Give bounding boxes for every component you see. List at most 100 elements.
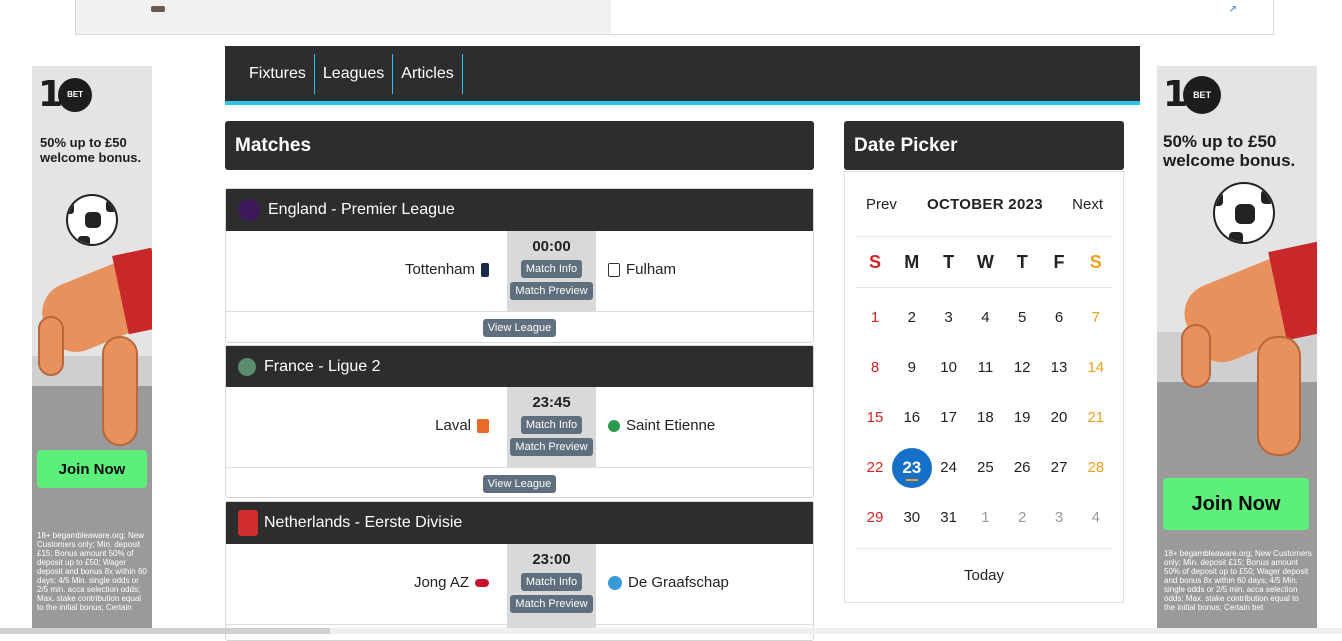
calendar-day[interactable]: 19 bbox=[1004, 409, 1040, 426]
league-block: England - Premier League Tottenham 00:00… bbox=[225, 188, 814, 343]
calendar-day[interactable]: 18 bbox=[967, 409, 1003, 426]
match-preview-button[interactable]: Match Preview bbox=[510, 595, 593, 613]
home-team[interactable]: Tottenham bbox=[405, 261, 495, 278]
nav-item-articles[interactable]: Articles bbox=[393, 53, 463, 94]
calendar-day[interactable]: 12 bbox=[1004, 359, 1040, 376]
calendar-day[interactable]: 1 bbox=[967, 509, 1003, 526]
away-team-name: Saint Etienne bbox=[626, 417, 716, 434]
weekday-label: F bbox=[1053, 252, 1065, 272]
join-now-button[interactable]: Join Now bbox=[1163, 478, 1309, 530]
match-row: Jong AZ 23:00 Match Info Match Preview D… bbox=[226, 544, 813, 634]
calendar-day[interactable]: 27 bbox=[1041, 459, 1077, 476]
match-info-button[interactable]: Match Info bbox=[520, 416, 583, 434]
top-banner-ad[interactable]: ↗ bbox=[75, 0, 1274, 35]
calendar-day[interactable]: 17 bbox=[931, 409, 967, 426]
calendar-day[interactable]: 9 bbox=[894, 359, 930, 376]
az-crest-icon bbox=[475, 578, 489, 587]
nav-item-leagues[interactable]: Leagues bbox=[315, 53, 394, 94]
match-time: 23:00 bbox=[532, 551, 571, 568]
calendar-day[interactable]: 6 bbox=[1041, 309, 1077, 326]
ad-terms: 18+ begambleaware.org; New Customers onl… bbox=[37, 531, 147, 612]
promo-text: 50% up to £50 welcome bonus. bbox=[40, 135, 142, 165]
match-info-button[interactable]: Match Info bbox=[520, 573, 583, 591]
league-block: France - Ligue 2 Laval 23:45 Match Info … bbox=[225, 345, 814, 498]
calendar-day[interactable]: 15 bbox=[857, 409, 893, 426]
calendar-day[interactable]: 31 bbox=[931, 509, 967, 526]
next-month-button[interactable]: Next bbox=[1072, 196, 1103, 213]
match-preview-button[interactable]: Match Preview bbox=[510, 282, 593, 300]
match-info-button[interactable]: Match Info bbox=[520, 260, 583, 278]
nav-item-fixtures[interactable]: Fixtures bbox=[241, 53, 315, 94]
today-button[interactable]: Today bbox=[845, 567, 1123, 584]
calendar-day[interactable]: 16 bbox=[894, 409, 930, 426]
right-ad-banner[interactable]: 1 BET 50% up to £50 welcome bonus. Join N… bbox=[1157, 66, 1317, 634]
view-league-button[interactable]: View League bbox=[482, 474, 557, 493]
away-team-name: Fulham bbox=[626, 261, 677, 278]
away-team[interactable]: De Graafschap bbox=[602, 574, 729, 591]
month-label: OCTOBER 2023 bbox=[927, 196, 1043, 213]
calendar-day[interactable]: 21 bbox=[1078, 409, 1114, 426]
prev-month-button[interactable]: Prev bbox=[866, 196, 897, 213]
match-time: 23:45 bbox=[532, 394, 571, 411]
calendar-day[interactable]: 29 bbox=[857, 509, 893, 526]
match-center: 00:00 Match Info Match Preview bbox=[507, 231, 596, 311]
calendar-day[interactable]: 2 bbox=[1004, 509, 1040, 526]
away-team[interactable]: Fulham bbox=[602, 261, 676, 278]
ligue-2-icon bbox=[238, 357, 256, 376]
league-header[interactable]: Netherlands - Eerste Divisie bbox=[226, 502, 813, 544]
calendar-day[interactable]: 3 bbox=[1041, 509, 1077, 526]
calendar-day[interactable]: 4 bbox=[1078, 509, 1114, 526]
calendar-day[interactable]: 20 bbox=[1041, 409, 1077, 426]
calendar-day[interactable]: 22 bbox=[857, 459, 893, 476]
calendar-day[interactable]: 8 bbox=[857, 359, 893, 376]
scrollbar-thumb[interactable] bbox=[0, 628, 330, 634]
home-team-name: Tottenham bbox=[404, 261, 475, 278]
calendar-day[interactable]: 2 bbox=[894, 309, 930, 326]
calendar-day[interactable]: 3 bbox=[931, 309, 967, 326]
league-header[interactable]: France - Ligue 2 bbox=[226, 346, 813, 387]
calendar-day[interactable]: 25 bbox=[967, 459, 1003, 476]
ad-terms: 18+ begambleaware.org; New Customers onl… bbox=[1164, 549, 1312, 612]
calendar-day[interactable]: 1 bbox=[857, 309, 893, 326]
home-team[interactable]: Jong AZ bbox=[414, 574, 495, 591]
calendar-day[interactable]: 24 bbox=[931, 459, 967, 476]
match-center: 23:00 Match Info Match Preview bbox=[507, 544, 596, 634]
calendar-day[interactable]: 30 bbox=[894, 509, 930, 526]
home-team[interactable]: Laval bbox=[435, 417, 495, 434]
away-team[interactable]: Saint Etienne bbox=[602, 417, 715, 434]
view-league-button[interactable]: View League bbox=[482, 318, 557, 337]
banner-arrow-icon: ↗ bbox=[1228, 4, 1237, 15]
calendar-day[interactable]: 13 bbox=[1041, 359, 1077, 376]
matches-title: Matches bbox=[225, 121, 814, 170]
divider bbox=[855, 548, 1113, 549]
main-nav: Fixtures Leagues Articles bbox=[225, 46, 1140, 105]
horizontal-scrollbar[interactable] bbox=[0, 628, 1342, 634]
premier-league-icon bbox=[238, 199, 260, 221]
calendar-day-selected[interactable]: 23 bbox=[891, 448, 932, 488]
calendar-day[interactable]: 14 bbox=[1078, 359, 1114, 376]
divider bbox=[855, 236, 1113, 237]
league-name: France - Ligue 2 bbox=[264, 357, 381, 375]
league-footer: View League bbox=[226, 468, 813, 499]
football-icon bbox=[66, 194, 118, 246]
calendar-day[interactable]: 4 bbox=[967, 309, 1003, 326]
calendar-day[interactable]: 5 bbox=[1004, 309, 1040, 326]
ad-thumb bbox=[102, 336, 138, 446]
left-ad-banner[interactable]: 1 BET 50% up to £50 welcome bonus. Join N… bbox=[32, 66, 152, 634]
home-team-name: Jong AZ bbox=[413, 574, 469, 591]
calendar-day[interactable]: 26 bbox=[1004, 459, 1040, 476]
league-header[interactable]: England - Premier League bbox=[226, 189, 813, 231]
match-row: Tottenham 00:00 Match Info Match Preview… bbox=[226, 231, 813, 312]
calendar-day[interactable]: 11 bbox=[967, 359, 1003, 376]
de-graafschap-crest-icon bbox=[608, 575, 622, 590]
calendar-day[interactable]: 28 bbox=[1078, 459, 1114, 476]
calendar-day[interactable]: 7 bbox=[1078, 309, 1114, 326]
match-preview-button[interactable]: Match Preview bbox=[510, 438, 593, 456]
ad-thumb bbox=[1257, 336, 1301, 456]
calendar-day[interactable]: 10 bbox=[931, 359, 967, 376]
tenbet-logo: 1 BET bbox=[38, 74, 93, 115]
banner-graphic bbox=[151, 6, 165, 12]
join-now-button[interactable]: Join Now bbox=[37, 450, 147, 488]
weekday-label: S bbox=[868, 252, 881, 272]
ad-finger bbox=[38, 316, 64, 376]
